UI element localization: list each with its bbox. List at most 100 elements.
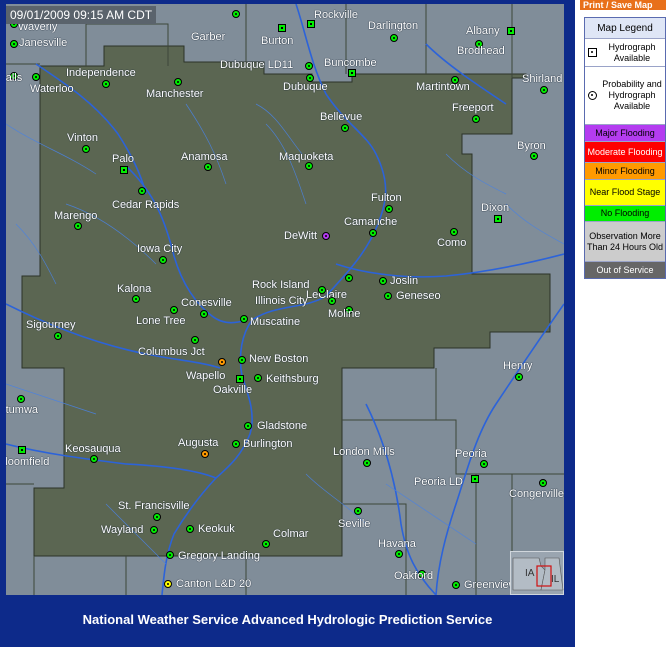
gauge-anamosa-marker[interactable]: [204, 163, 212, 171]
gauge-marengo-label[interactable]: Marengo: [54, 210, 97, 222]
gauge-dubuque-label[interactable]: Dubuque: [283, 81, 328, 93]
gauge-brodhead-label[interactable]: Brodhead: [457, 45, 505, 57]
gauge-gladstone-label[interactable]: Gladstone: [257, 420, 307, 432]
gauge-palo-label[interactable]: Palo: [112, 153, 134, 165]
gauge-waterloo-label[interactable]: Waterloo: [30, 83, 74, 95]
gauge-canton-l-d-20-label[interactable]: Canton L&D 20: [176, 578, 251, 590]
gauge-new-boston-label[interactable]: New Boston: [249, 353, 308, 365]
locator-inset-map[interactable]: IA IL: [510, 551, 564, 595]
gauge-dixon-label[interactable]: Dixon: [481, 202, 509, 214]
gauge-sigourney-label[interactable]: Sigourney: [26, 319, 76, 331]
gauge-greenview-label[interactable]: Greenview: [464, 579, 517, 591]
gauge-cedar-rapids-marker[interactable]: [138, 187, 146, 195]
gauge-st-francisville-label[interactable]: St. Francisville: [118, 500, 190, 512]
gauge-martintown-label[interactable]: Martintown: [416, 81, 470, 93]
gauge-buncombe-label[interactable]: Buncombe: [324, 57, 377, 69]
gauge-janesville-label[interactable]: Janesville: [19, 37, 67, 49]
gauge-gladstone-marker[interactable]: [244, 422, 252, 430]
gauge-palo-marker[interactable]: [120, 166, 128, 174]
gauge-iowa-city-label[interactable]: Iowa City: [137, 243, 182, 255]
gauge-como-label[interactable]: Como: [437, 237, 466, 249]
gauge-peoria-label[interactable]: Peoria: [455, 448, 487, 460]
gauge-illinois-city-marker[interactable]: [328, 297, 336, 305]
gauge-keokuk-label[interactable]: Keokuk: [198, 523, 235, 535]
gauge-augusta-marker[interactable]: [201, 450, 209, 458]
gauge-rock-island-marker[interactable]: [318, 286, 326, 294]
gauge-burton-label[interactable]: Burton: [261, 35, 293, 47]
gauge-garber-marker[interactable]: [232, 10, 240, 18]
gauge-albany-label[interactable]: Albany: [466, 25, 500, 37]
gauge-lone-tree-label[interactable]: Lone Tree: [136, 315, 186, 327]
gauge-ottumwa-marker[interactable]: [17, 395, 25, 403]
gauge-byron-label[interactable]: Byron: [517, 140, 546, 152]
gauge-peoria-ld-marker[interactable]: [471, 475, 479, 483]
gauge-burton-marker[interactable]: [278, 24, 286, 32]
gauge-kalona-marker[interactable]: [132, 295, 140, 303]
gauge-joslin-marker[interactable]: [379, 277, 387, 285]
gauge-bloomfield-marker[interactable]: [18, 446, 26, 454]
gauge-colmar-marker[interactable]: [262, 540, 270, 548]
gauge-falls-label[interactable]: Falls: [6, 72, 22, 84]
gauge-seville-label[interactable]: Seville: [338, 518, 370, 530]
gauge-shirland-marker[interactable]: [540, 86, 548, 94]
gauge-byron-marker[interactable]: [530, 152, 538, 160]
gauge-leclaire-marker[interactable]: [345, 274, 353, 282]
gauge-augusta-label[interactable]: Augusta: [178, 437, 218, 449]
gauge-marengo-marker[interactable]: [74, 222, 82, 230]
gauge-wapello-label[interactable]: Wapello: [186, 370, 225, 382]
gauge-columbus-jct-label[interactable]: Columbus Jct: [138, 346, 205, 358]
gauge-dixon-marker[interactable]: [494, 215, 502, 223]
gauge-albany-marker[interactable]: [507, 27, 515, 35]
gauge-bellevue-marker[interactable]: [341, 124, 349, 132]
gauge-havana-label[interactable]: Havana: [378, 538, 416, 550]
gauge-dubuque-ld11-marker[interactable]: [305, 62, 313, 70]
gauge-peoria-ld-label[interactable]: Peoria LD: [414, 476, 463, 488]
gauge-sigourney-marker[interactable]: [54, 332, 62, 340]
gauge-wayland-label[interactable]: Wayland: [101, 524, 143, 536]
gauge-wayland-marker[interactable]: [150, 526, 158, 534]
gauge-keithsburg-marker[interactable]: [254, 374, 262, 382]
gauge-keokuk-marker[interactable]: [186, 525, 194, 533]
gauge-geneseo-label[interactable]: Geneseo: [396, 290, 441, 302]
gauge-fulton-marker[interactable]: [385, 205, 393, 213]
gauge-manchester-marker[interactable]: [174, 78, 182, 86]
gauge-oakville-label[interactable]: Oakville: [213, 384, 252, 396]
gauge-henry-marker[interactable]: [515, 373, 523, 381]
gauge-leclaire-label[interactable]: LeClaire: [306, 289, 347, 301]
gauge-camanche-marker[interactable]: [369, 229, 377, 237]
gauge-rockville-label[interactable]: Rockville: [314, 9, 358, 21]
gauge-maquoketa-label[interactable]: Maquoketa: [279, 151, 333, 163]
gauge-buncombe-marker[interactable]: [348, 69, 356, 77]
gauge-muscatine-label[interactable]: Muscatine: [250, 316, 300, 328]
gauge-bellevue-label[interactable]: Bellevue: [320, 111, 362, 123]
gauge-dubuque-ld11-label[interactable]: Dubuque LD11: [220, 59, 293, 71]
gauge-kalona-label[interactable]: Kalona: [117, 283, 151, 295]
gauge-gregory-landing-label[interactable]: Gregory Landing: [178, 550, 260, 562]
gauge-camanche-label[interactable]: Camanche: [344, 216, 397, 228]
hydrologic-map[interactable]: WaverlyJanesvilleFallsWaterlooIndependen…: [6, 4, 564, 595]
gauge-congerville-marker[interactable]: [539, 479, 547, 487]
gauge-dewitt-marker[interactable]: [322, 232, 330, 240]
gauge-keosauqua-marker[interactable]: [90, 455, 98, 463]
gauge-janesville-marker[interactable]: [10, 40, 18, 48]
gauge-bloomfield-label[interactable]: Bloomfield: [6, 456, 49, 468]
gauge-rock-island-label[interactable]: Rock Island: [252, 279, 309, 291]
gauge-dewitt-label[interactable]: DeWitt: [284, 230, 317, 242]
gauge-st-francisville-marker[interactable]: [153, 513, 161, 521]
gauge-geneseo-marker[interactable]: [384, 292, 392, 300]
gauge-burlington-label[interactable]: Burlington: [243, 438, 293, 450]
gauge-oakville-marker[interactable]: [236, 375, 244, 383]
gauge-lone-tree-marker[interactable]: [200, 310, 208, 318]
gauge-ottumwa-label[interactable]: Ottumwa: [6, 404, 38, 416]
gauge-congerville-label[interactable]: Congerville: [509, 488, 564, 500]
gauge-vinton-marker[interactable]: [82, 145, 90, 153]
gauge-waterloo-marker[interactable]: [32, 73, 40, 81]
gauge-illinois-city-label[interactable]: Illinois City: [255, 295, 308, 307]
gauge-freeport-label[interactable]: Freeport: [452, 102, 494, 114]
gauge-iowa-city-marker[interactable]: [159, 256, 167, 264]
gauge-freeport-marker[interactable]: [472, 115, 480, 123]
gauge-seville-marker[interactable]: [354, 507, 362, 515]
gauge-keosauqua-label[interactable]: Keosauqua: [65, 443, 121, 455]
gauge-anamosa-label[interactable]: Anamosa: [181, 151, 227, 163]
gauge-greenview-marker[interactable]: [452, 581, 460, 589]
